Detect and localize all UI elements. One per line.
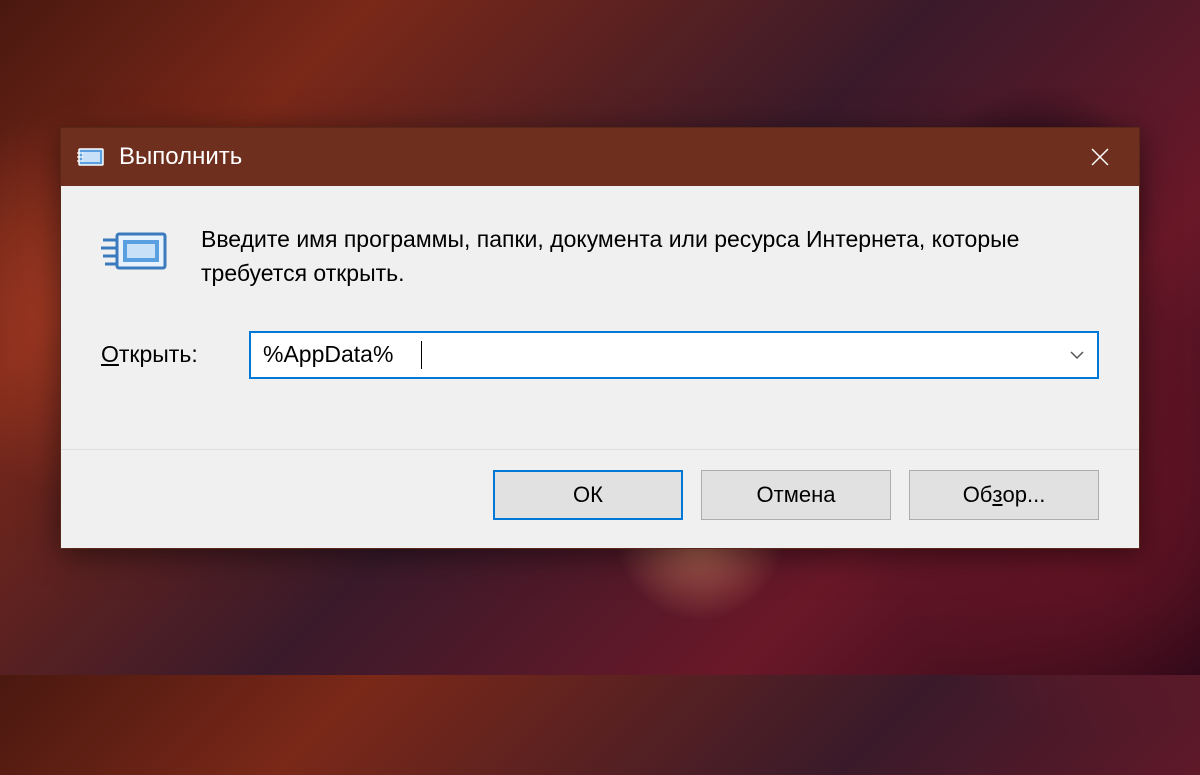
cancel-button[interactable]: Отмена [701,470,891,520]
ok-button[interactable]: ОК [493,470,683,520]
instruction-row: Введите имя программы, папки, документа … [101,222,1099,291]
close-icon [1090,147,1110,167]
open-combobox[interactable] [249,331,1099,379]
input-row: Открыть: [101,331,1099,379]
chevron-down-icon [1069,350,1085,360]
open-input[interactable] [251,333,1057,376]
open-label: Открыть: [101,341,221,369]
instruction-text: Введите имя программы, папки, документа … [201,222,1099,291]
dialog-body: Введите имя программы, папки, документа … [61,186,1139,449]
browse-button[interactable]: Обзор... [909,470,1099,520]
close-button[interactable] [1061,128,1139,186]
text-cursor [421,341,422,369]
titlebar[interactable]: Выполнить [61,128,1139,186]
run-large-icon [101,224,171,285]
dialog-title: Выполнить [119,143,242,171]
button-row: ОК Отмена Обзор... [61,449,1139,548]
run-dialog: Выполнить Введите имя прог [60,127,1140,549]
run-titlebar-icon [77,143,105,171]
titlebar-left: Выполнить [77,143,242,171]
dropdown-button[interactable] [1057,333,1097,377]
